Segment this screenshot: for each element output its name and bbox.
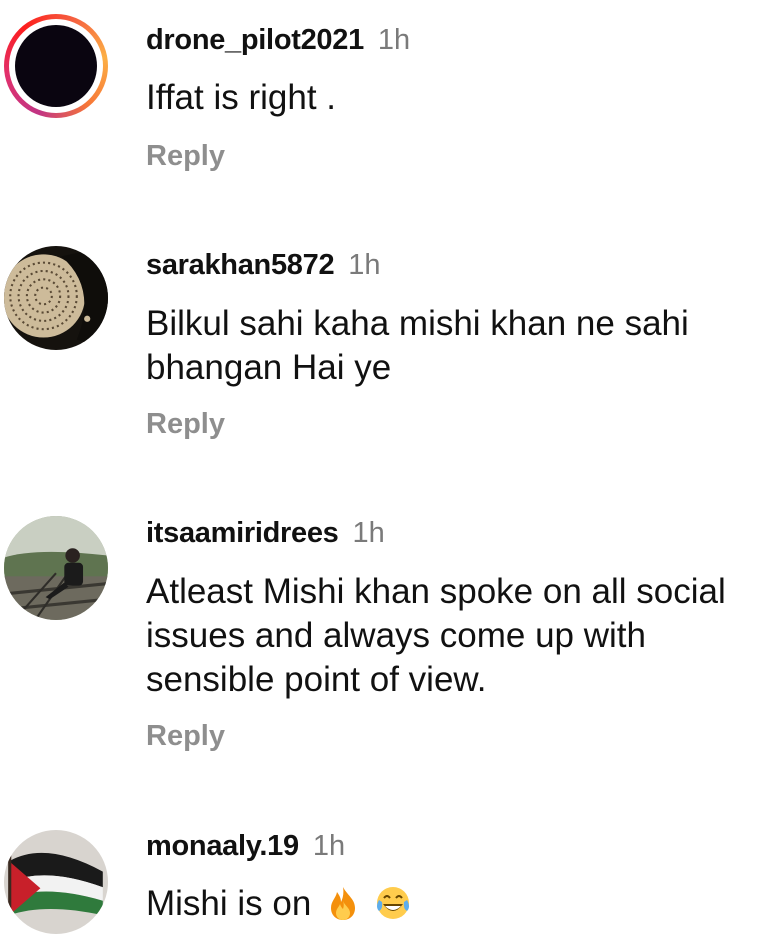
story-ring-avatar-icon xyxy=(15,25,97,107)
photo-avatar-icon xyxy=(4,516,108,620)
avatar[interactable] xyxy=(4,516,108,620)
pattern-avatar-icon xyxy=(4,246,108,350)
story-ring xyxy=(9,19,103,113)
comment-meta: sarakhan5872 1h xyxy=(146,247,381,283)
comment-meta: monaaly.19 1h xyxy=(146,828,345,864)
flag-avatar-icon xyxy=(4,830,108,934)
timestamp: 1h xyxy=(312,830,346,862)
reply-button[interactable]: Reply xyxy=(146,718,225,754)
username[interactable]: sarakhan5872 xyxy=(146,249,335,281)
reply-button[interactable]: Reply xyxy=(146,406,225,442)
comment-text: Bilkul sahi kaha mishi khan ne sahi bhan… xyxy=(146,304,689,387)
username[interactable]: itsaamiridrees xyxy=(146,517,339,549)
username[interactable]: drone_pilot2021 xyxy=(146,24,364,56)
comment-text: Mishi is on xyxy=(146,882,771,926)
timestamp: 1h xyxy=(352,517,385,549)
comment-meta: itsaamiridrees 1h xyxy=(146,515,385,551)
joy-emoji-icon xyxy=(376,887,409,919)
timestamp: 1h xyxy=(377,24,411,56)
comment-text: Atleast Mishi khan spoke on all social i… xyxy=(146,572,726,699)
comment-text: Iffat is right . xyxy=(146,78,336,117)
comment-text-body: Mishi is on xyxy=(146,884,312,923)
reply-button[interactable]: Reply xyxy=(146,138,225,174)
avatar[interactable] xyxy=(4,246,108,350)
avatar[interactable] xyxy=(4,830,108,934)
timestamp: 1h xyxy=(348,249,381,281)
fire-emoji-icon xyxy=(331,887,356,920)
comment-meta: drone_pilot2021 1h xyxy=(146,22,410,58)
username[interactable]: monaaly.19 xyxy=(146,830,299,862)
avatar[interactable] xyxy=(4,14,108,118)
